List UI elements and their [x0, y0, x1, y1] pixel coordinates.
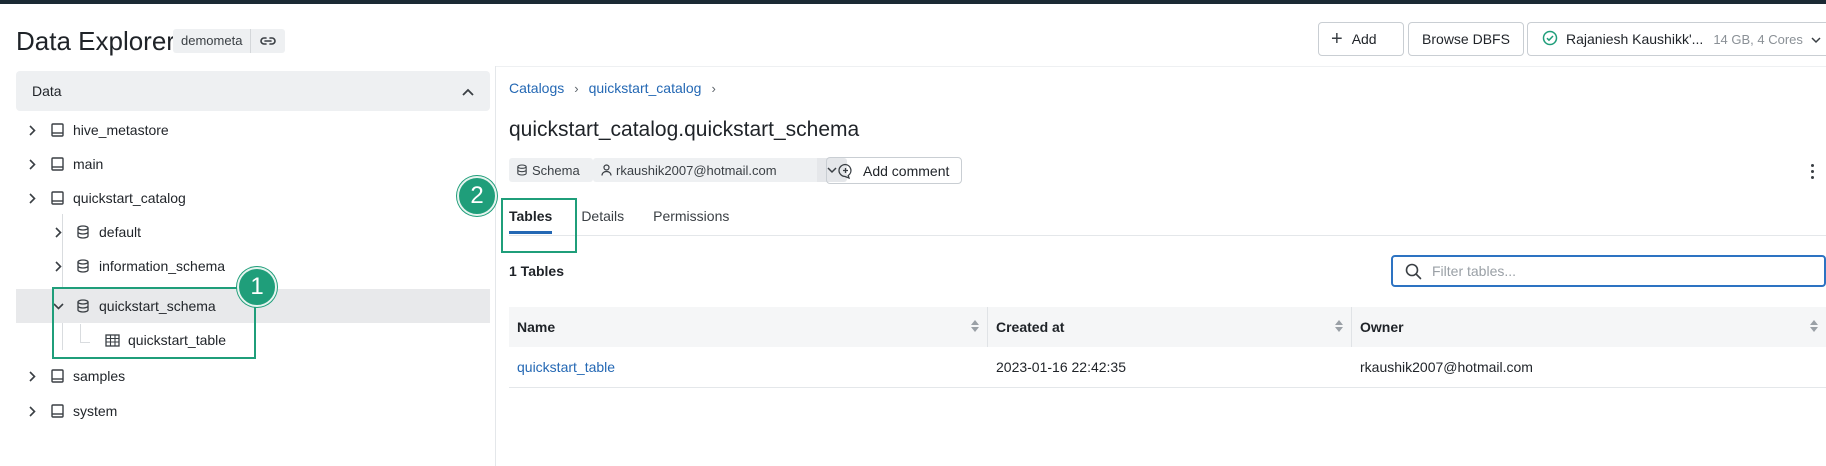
- breadcrumb-quickstart-catalog[interactable]: quickstart_catalog: [589, 80, 702, 96]
- catalog-icon: [49, 122, 65, 138]
- chevron-right-icon[interactable]: [25, 123, 39, 137]
- schema-type-label: Schema: [532, 162, 580, 178]
- top-bar: [0, 0, 1826, 4]
- tree-item-main[interactable]: main: [16, 147, 490, 181]
- tree-item-hive-metastore[interactable]: hive_metastore: [16, 113, 490, 147]
- chevron-right-icon[interactable]: [25, 157, 39, 171]
- tree-item-label: default: [99, 224, 142, 240]
- tree-item-quickstart-catalog[interactable]: quickstart_catalog: [16, 181, 490, 215]
- column-header-name[interactable]: Name: [509, 307, 988, 347]
- table-row: quickstart_table 2023-01-16 22:42:35 rka…: [509, 347, 1826, 388]
- plus-icon: +: [1331, 28, 1343, 50]
- add-comment-label: Add comment: [863, 162, 950, 179]
- header-divider: [495, 66, 1826, 67]
- catalog-icon: [49, 190, 65, 206]
- tree-item-label: system: [73, 403, 118, 419]
- tree-item-system[interactable]: system: [16, 394, 490, 428]
- more-options-icon[interactable]: [1806, 160, 1818, 182]
- data-panel-header[interactable]: Data: [16, 71, 490, 111]
- sort-icon[interactable]: [971, 320, 979, 332]
- comment-plus-icon: [837, 163, 854, 179]
- tables-table: Name Created at Owner quickstart_table 2…: [509, 307, 1826, 388]
- browse-dbfs-button[interactable]: Browse DBFS: [1408, 22, 1524, 56]
- tree-item-samples[interactable]: samples: [16, 359, 490, 393]
- user-icon: [601, 164, 612, 176]
- breadcrumb-separator: ›: [711, 80, 716, 96]
- chevron-up-icon[interactable]: [462, 83, 474, 99]
- metastore-chip: demometa: [173, 29, 286, 53]
- cell-owner: rkaushik2007@hotmail.com: [1360, 359, 1533, 375]
- table-header: Name Created at Owner: [509, 307, 1826, 347]
- cell-created-at: 2023-01-16 22:42:35: [996, 359, 1126, 375]
- chevron-right-icon[interactable]: [25, 191, 39, 205]
- chevron-right-icon[interactable]: [51, 259, 65, 273]
- schema-type-chip: Schema: [509, 158, 593, 182]
- tree-item-label: quickstart_catalog: [73, 190, 186, 206]
- tree-item-label: samples: [73, 368, 126, 384]
- search-icon: [1405, 263, 1422, 280]
- cluster-selector[interactable]: Rajaniesh Kaushikk'... 14 GB, 4 Cores: [1527, 22, 1826, 56]
- tree-item-label: hive_metastore: [73, 122, 169, 138]
- tree-item-label: main: [73, 156, 104, 172]
- annotation-badge-2: 2: [457, 176, 497, 216]
- chevron-down-icon: [1811, 31, 1821, 47]
- owner-label: rkaushik2007@hotmail.com: [616, 162, 777, 178]
- chevron-right-icon[interactable]: [51, 225, 65, 239]
- metastore-label: demometa: [173, 29, 252, 53]
- annotation-badge-1: 1: [237, 267, 277, 307]
- tab-details[interactable]: Details: [581, 208, 624, 234]
- tabs-divider: [509, 235, 1826, 236]
- add-comment-button[interactable]: Add comment: [826, 157, 962, 184]
- catalog-icon: [49, 156, 65, 172]
- tree-item-label: information_schema: [99, 258, 226, 274]
- column-header-owner[interactable]: Owner: [1352, 307, 1826, 347]
- add-button[interactable]: + Add: [1318, 22, 1404, 56]
- tables-count: 1 Tables: [509, 263, 564, 279]
- link-icon[interactable]: [251, 29, 285, 53]
- column-header-label: Created at: [996, 319, 1065, 335]
- database-icon: [75, 224, 91, 240]
- sort-icon[interactable]: [1810, 320, 1818, 332]
- cluster-specs: 14 GB, 4 Cores: [1713, 31, 1803, 47]
- table-link[interactable]: quickstart_table: [517, 359, 615, 375]
- column-header-label: Owner: [1360, 319, 1404, 335]
- breadcrumb: Catalogs › quickstart_catalog ›: [509, 80, 726, 96]
- column-header-created-at[interactable]: Created at: [988, 307, 1352, 347]
- breadcrumb-catalogs[interactable]: Catalogs: [509, 80, 564, 96]
- page-title: Data Explorer: [16, 26, 175, 56]
- add-button-label: Add: [1351, 31, 1377, 47]
- sort-icon[interactable]: [1335, 320, 1343, 332]
- database-icon: [75, 258, 91, 274]
- catalog-icon: [49, 368, 65, 384]
- pane-divider[interactable]: [495, 66, 496, 466]
- schema-title: quickstart_catalog.quickstart_schema: [509, 118, 860, 141]
- tab-permissions[interactable]: Permissions: [653, 208, 729, 234]
- data-panel-title: Data: [32, 83, 62, 99]
- database-icon: [517, 164, 527, 176]
- browse-dbfs-label: Browse DBFS: [1422, 31, 1510, 47]
- chevron-right-icon[interactable]: [25, 404, 39, 418]
- cell-name: quickstart_table: [509, 359, 988, 375]
- cluster-name: Rajaniesh Kaushikk'...: [1566, 31, 1704, 47]
- annotation-box-1: [52, 287, 256, 359]
- owner-chip[interactable]: rkaushik2007@hotmail.com: [593, 158, 817, 182]
- catalog-icon: [49, 403, 65, 419]
- filter-tables-field[interactable]: [1391, 255, 1826, 287]
- breadcrumb-separator: ›: [574, 80, 579, 96]
- filter-tables-input[interactable]: [1432, 263, 1812, 279]
- chevron-right-icon[interactable]: [25, 369, 39, 383]
- tree-item-default[interactable]: default: [16, 215, 490, 249]
- check-circle-icon: [1542, 30, 1558, 49]
- column-header-label: Name: [517, 319, 556, 335]
- annotation-box-2: [501, 198, 577, 253]
